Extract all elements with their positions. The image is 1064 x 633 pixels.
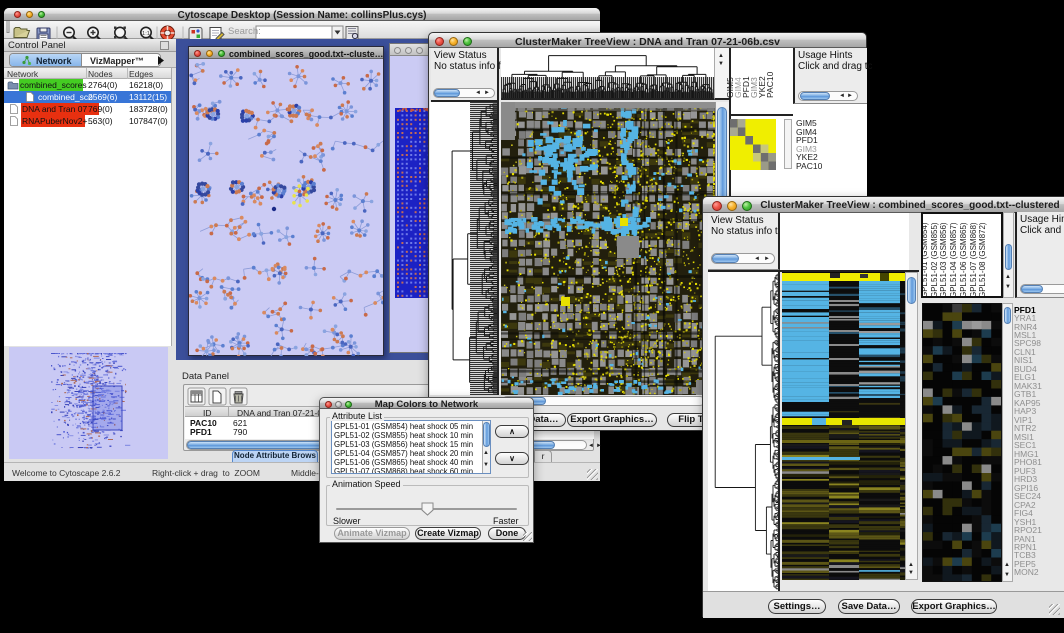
svg-text:1:1: 1:1 [142, 31, 150, 37]
